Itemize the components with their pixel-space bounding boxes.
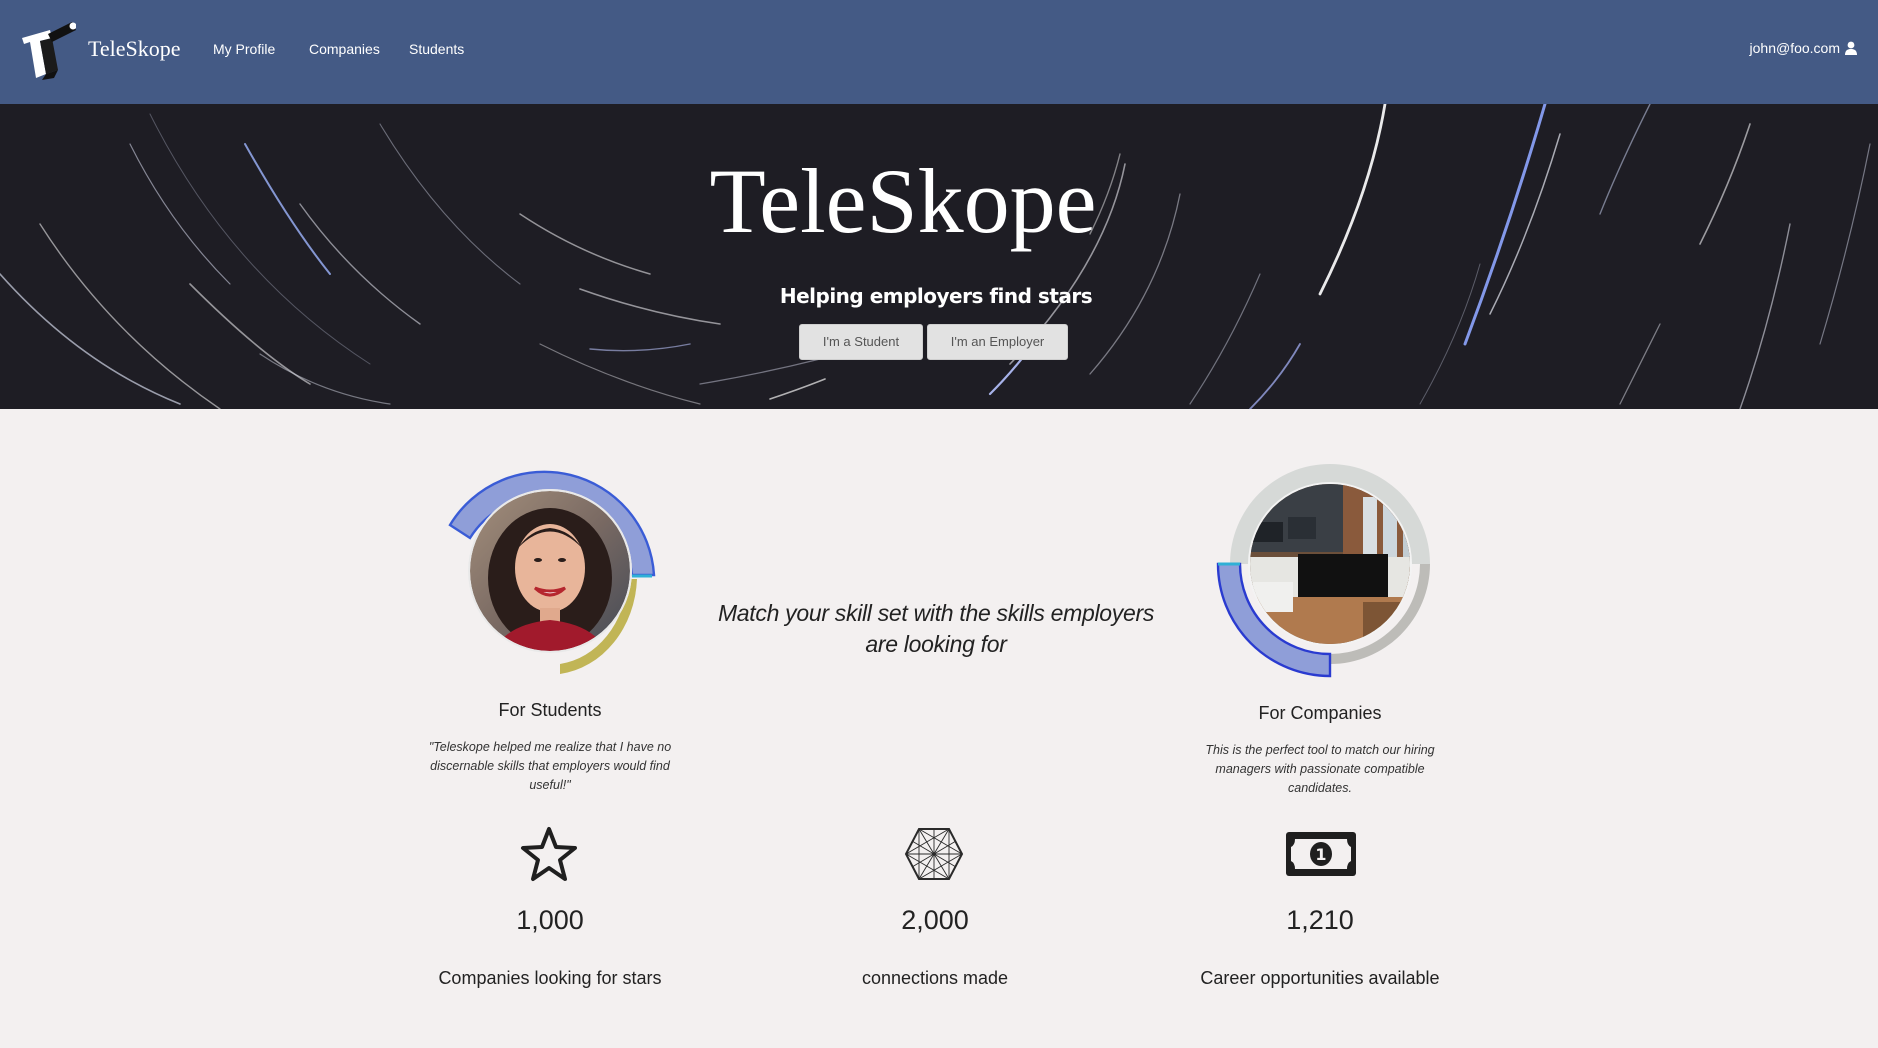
stat-companies-count: 1,000 (516, 905, 584, 935)
brand-link[interactable]: TeleSkope (88, 36, 181, 62)
hero-subtitle: Helping employers find stars (779, 284, 1093, 308)
student-button[interactable]: I'm a Student (799, 324, 923, 360)
hero-title: TeleSkope (709, 150, 1097, 252)
svg-text:1: 1 (1315, 845, 1326, 864)
for-companies-title: For Companies (1258, 703, 1382, 723)
company-testimonial: This is the perfect tool to match our hi… (1205, 743, 1435, 795)
stat-opportunities-label: Career opportunities available (1200, 968, 1440, 988)
user-icon[interactable] (1844, 41, 1858, 55)
star-icon (521, 827, 577, 881)
stat-opportunities-count: 1,210 (1286, 905, 1354, 935)
user-email[interactable]: john@foo.com (1750, 40, 1840, 56)
network-icon (904, 828, 964, 880)
hero-banner: TeleSkope Helping employers find stars I… (0, 104, 1878, 409)
stat-companies-label: Companies looking for stars (438, 968, 662, 988)
employer-button[interactable]: I'm an Employer (927, 324, 1068, 360)
stat-connections-count: 2,000 (901, 905, 969, 935)
nav-link-companies[interactable]: Companies (309, 41, 380, 57)
tagline: Match your skill set with the skills emp… (717, 600, 1155, 657)
telescope-logo-icon[interactable] (18, 20, 76, 80)
stat-connections-label: connections made (861, 968, 1009, 988)
for-students-title: For Students (498, 700, 602, 720)
nav-link-my-profile[interactable]: My Profile (213, 41, 275, 57)
company-image-ring (1216, 464, 1430, 678)
money-icon: 1 (1286, 832, 1356, 876)
navbar: TeleSkope My Profile Companies Students … (0, 0, 1878, 104)
nav-link-students[interactable]: Students (409, 41, 464, 57)
user-menu[interactable]: john@foo.com (1750, 40, 1858, 56)
student-avatar-ring (448, 470, 656, 674)
student-testimonial: "Teleskope helped me realize that I have… (428, 740, 672, 792)
